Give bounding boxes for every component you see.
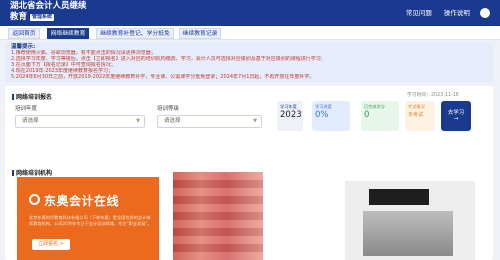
org-card-blurred[interactable] xyxy=(173,172,263,260)
go-study-button[interactable]: 去学习 → xyxy=(441,101,471,131)
org-card-featured[interactable]: 东奥会计在线 北京东奥时代教育科技有限公司（下称东奥）是全国优秀的会计继续教育机… xyxy=(17,177,159,260)
level-select[interactable]: 请选择 ▼ xyxy=(157,115,262,128)
stat-year-value: 2023 xyxy=(280,110,302,120)
level-select-value: 请选择 xyxy=(164,118,181,124)
user-avatar[interactable] xyxy=(480,8,490,18)
year-label: 培训年度 xyxy=(15,106,38,112)
guide-link[interactable]: 操作说明 xyxy=(444,9,470,17)
stat-year: 学习年度 2023 xyxy=(277,101,303,131)
header-nav: 常见问题 操作说明 xyxy=(396,7,490,18)
stat-progress-value: 0% xyxy=(315,110,329,120)
orgs-section-title: 网络培训机构 xyxy=(12,168,52,177)
org-logo-icon xyxy=(29,194,40,205)
stat-credits-value: 0 xyxy=(364,110,370,120)
brand-title-line1: 湖北省会计人员继续 xyxy=(10,1,87,11)
stat-credits: 已完成学分 0 xyxy=(361,101,399,131)
tab-online-education[interactable]: 网络继续教育 xyxy=(47,28,89,39)
brand-title-line2: 教育 xyxy=(10,12,28,22)
stat-exam-value: 未考试 xyxy=(408,112,424,118)
notice-panel: 温馨提示: 1.推荐使用火狐、谷歌浏览器，有不能点击的情况请更换浏览器； 2.选… xyxy=(5,42,493,82)
main-tabs: 返回首页 网络继续教育 继续教育补登记、学分抵免 继续教育记录 xyxy=(0,26,500,40)
level-label: 培训等级 xyxy=(157,106,180,112)
stat-exam: 考试情况 未考试 xyxy=(405,101,435,131)
stat-exam-label: 考试情况 xyxy=(408,104,425,109)
enroll-section-title: 网络培训报名 xyxy=(12,92,52,101)
enroll-now-button[interactable]: 立即报名 > xyxy=(32,239,70,250)
tab-home[interactable]: 返回首页 xyxy=(8,28,40,39)
brand-title: 湖北省会计人员继续 教育 管理系统 xyxy=(10,1,87,23)
system-badge: 管理系统 xyxy=(30,14,55,21)
year-select[interactable]: 请选择 ▼ xyxy=(15,115,145,128)
tab-supplementary-registration[interactable]: 继续教育补登记、学分抵免 xyxy=(96,28,174,39)
faq-link[interactable]: 常见问题 xyxy=(406,9,432,17)
redacted-block xyxy=(369,189,429,205)
study-date: 学习时间：2023-11-16 xyxy=(407,93,459,98)
notice-line: 5.2024年6月30日之前，开放2019-2022年度继续教育补学，专业课、公… xyxy=(11,74,315,80)
year-select-value: 请选择 xyxy=(22,118,39,124)
arrow-right-icon: → xyxy=(453,116,459,122)
chevron-down-icon: ▼ xyxy=(253,118,257,124)
top-header: 湖北省会计人员继续 教育 管理系统 常见问题 操作说明 xyxy=(0,0,500,26)
go-study-label: 去学习 xyxy=(447,110,465,116)
chevron-down-icon: ▼ xyxy=(136,118,140,124)
org-name: 东奥会计在线 xyxy=(44,194,120,208)
enroll-card: 网络培训报名 培训年度 请选择 ▼ 培训等级 请选择 ▼ 学习时间：2023-1… xyxy=(5,86,493,260)
stat-progress: 学习进度 0% xyxy=(312,101,350,131)
org-card-blurred[interactable] xyxy=(345,181,475,260)
org-description: 北京东奥时代教育科技有限公司（下称东奥）是全国优秀的会计继续教育机构，公司20余… xyxy=(29,215,152,226)
tab-education-records[interactable]: 继续教育记录 xyxy=(179,28,221,39)
redacted-block xyxy=(363,211,453,256)
